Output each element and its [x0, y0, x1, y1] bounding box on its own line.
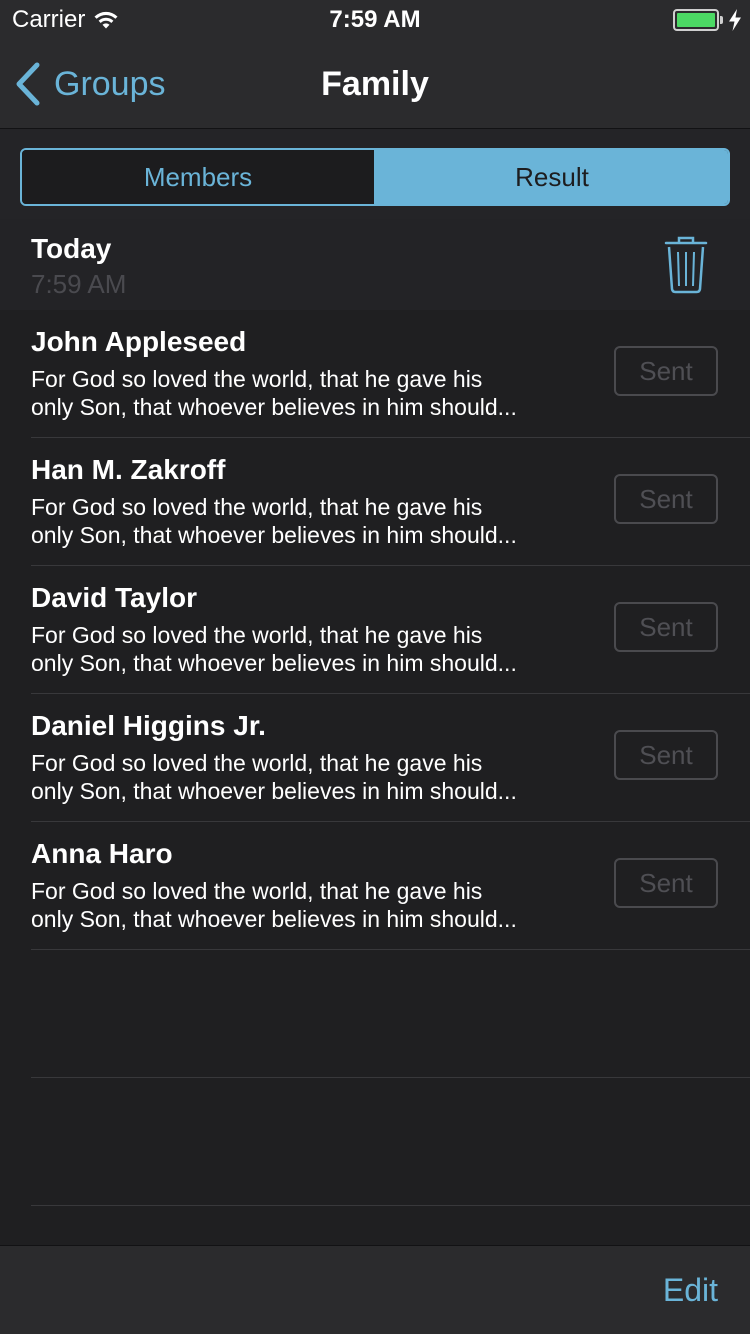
battery-group — [673, 9, 742, 31]
chevron-left-icon — [16, 62, 40, 106]
status-bar: Carrier 7:59 AM — [0, 0, 750, 40]
segment-result[interactable]: Result — [376, 150, 728, 204]
section-header: Today 7:59 AM — [0, 219, 750, 310]
message-line: only Son, that whoever believes in him s… — [31, 778, 517, 804]
message-line: only Son, that whoever believes in him s… — [31, 522, 517, 548]
sent-button[interactable]: Sent — [614, 858, 718, 908]
battery-icon — [673, 9, 719, 31]
message-preview: For God so loved the world, that he gave… — [31, 493, 576, 549]
message-line: only Son, that whoever believes in him s… — [31, 906, 517, 932]
section-title: Today — [31, 233, 112, 264]
message-line: For God so loved the world, that he gave… — [31, 750, 483, 776]
navigation-bar: Groups Family — [0, 40, 750, 129]
status-time: 7:59 AM — [329, 6, 421, 33]
sent-button[interactable]: Sent — [614, 730, 718, 780]
result-list: John Appleseed For God so loved the worl… — [0, 310, 750, 1206]
message-line: only Son, that whoever believes in him s… — [31, 394, 517, 420]
back-label: Groups — [54, 64, 166, 103]
message-line: For God so loved the world, that he gave… — [31, 622, 483, 648]
empty-row — [0, 1078, 750, 1206]
row-separator — [31, 1205, 750, 1206]
message-line: only Son, that whoever believes in him s… — [31, 650, 517, 676]
bottom-toolbar: Edit — [0, 1245, 750, 1334]
message-line: For God so loved the world, that he gave… — [31, 494, 483, 520]
message-preview: For God so loved the world, that he gave… — [31, 621, 576, 677]
sent-button[interactable]: Sent — [614, 474, 718, 524]
message-line: For God so loved the world, that he gave… — [31, 878, 483, 904]
battery-tip — [720, 16, 723, 24]
list-item[interactable]: Anna Haro For God so loved the world, th… — [0, 822, 750, 950]
trash-icon[interactable] — [662, 236, 710, 294]
message-preview: For God so loved the world, that he gave… — [31, 877, 576, 933]
member-name: Han M. Zakroff — [31, 454, 226, 485]
message-preview: For God so loved the world, that he gave… — [31, 365, 576, 421]
segment-area: Members Result — [0, 129, 750, 219]
member-name: David Taylor — [31, 582, 197, 613]
list-item[interactable]: David Taylor For God so loved the world,… — [0, 566, 750, 694]
empty-row — [0, 950, 750, 1078]
back-button[interactable]: Groups — [14, 40, 166, 128]
member-name: Daniel Higgins Jr. — [31, 710, 266, 741]
edit-button[interactable]: Edit — [663, 1246, 718, 1334]
member-name: Anna Haro — [31, 838, 173, 869]
sent-button[interactable]: Sent — [614, 346, 718, 396]
segmented-control: Members Result — [20, 148, 730, 206]
segment-members[interactable]: Members — [22, 150, 376, 204]
sent-button[interactable]: Sent — [614, 602, 718, 652]
message-preview: For God so loved the world, that he gave… — [31, 749, 576, 805]
screen: Carrier 7:59 AM Groups Family Members Re… — [0, 0, 750, 1334]
battery-fill — [677, 13, 715, 27]
list-item[interactable]: John Appleseed For God so loved the worl… — [0, 310, 750, 438]
bolt-icon — [729, 9, 741, 31]
message-line: For God so loved the world, that he gave… — [31, 366, 483, 392]
member-name: John Appleseed — [31, 326, 247, 357]
list-item[interactable]: Daniel Higgins Jr. For God so loved the … — [0, 694, 750, 822]
section-time: 7:59 AM — [31, 269, 127, 299]
list-item[interactable]: Han M. Zakroff For God so loved the worl… — [0, 438, 750, 566]
